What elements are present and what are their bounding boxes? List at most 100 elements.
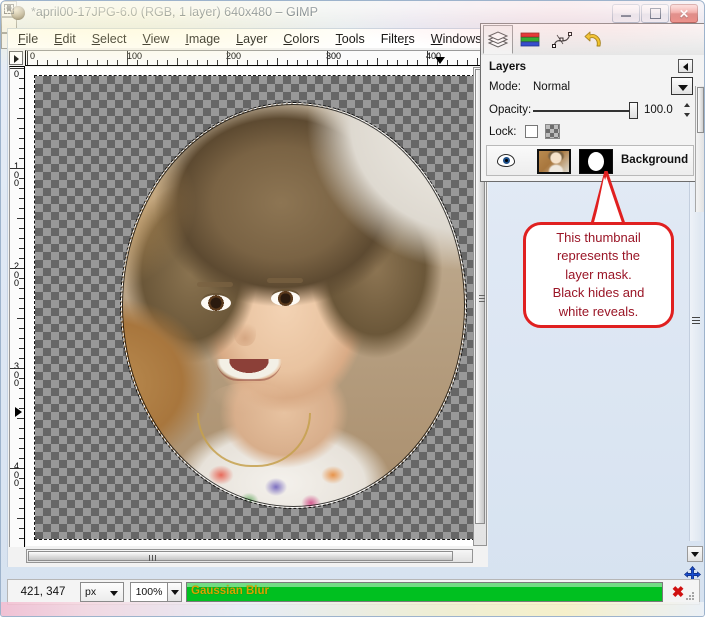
ruler-tick (187, 60, 188, 65)
menu-item-view[interactable]: View (142, 32, 169, 46)
mode-dropdown-button[interactable] (671, 77, 693, 95)
menu-label-file-rest: ile (25, 31, 39, 46)
unit-selector[interactable]: px (80, 582, 124, 602)
ruler-tick (19, 128, 24, 129)
ruler-tick (227, 51, 228, 65)
ruler-tick (427, 51, 428, 65)
menu-item-filters[interactable]: Filters (381, 32, 415, 46)
menu-item-layer[interactable]: Layer (236, 32, 267, 46)
ruler-tick (277, 58, 278, 65)
layer-visibility-eye-icon[interactable] (497, 154, 515, 167)
maximize-button[interactable] (641, 4, 669, 23)
vertical-ruler[interactable]: 0 100 200 300 400 (9, 66, 25, 547)
layers-stack-icon (487, 30, 509, 48)
spinner-down-icon[interactable] (684, 113, 690, 117)
canvas-viewport[interactable] (26, 67, 487, 546)
opacity-value[interactable]: 100.0 (644, 104, 673, 116)
ruler-tick (467, 60, 468, 65)
maximize-icon (642, 5, 668, 22)
ruler-tick (397, 60, 398, 65)
ruler-tick (19, 288, 24, 289)
layers-tab[interactable] (483, 25, 513, 54)
ruler-tick (19, 388, 24, 389)
ruler-tick (317, 60, 318, 65)
close-button[interactable]: ✕ (670, 4, 698, 23)
spin-down-button[interactable] (687, 546, 703, 562)
vruler-label-200: 200 (13, 261, 19, 288)
ruler-tick (19, 208, 24, 209)
ruler-tick (19, 148, 24, 149)
opacity-slider-track[interactable] (533, 110, 633, 112)
ruler-tick (19, 478, 24, 479)
ruler-tick (19, 188, 24, 189)
photo-of-girl (121, 103, 466, 508)
layers-dialog-body: Layers Mode: Normal Opacity: 100.0 Lock: (481, 55, 704, 212)
channels-tab[interactable] (515, 25, 545, 54)
opacity-label: Opacity: (489, 104, 532, 116)
image-menu-button[interactable] (9, 51, 23, 65)
menu-item-edit[interactable]: Edit (54, 32, 76, 46)
canvas-horizontal-scrollbar[interactable] (26, 549, 473, 563)
menu-item-select[interactable]: Select (92, 32, 127, 46)
callout-text: This thumbnail represents the layer mask… (552, 229, 645, 319)
menu-bar: File Edit Select View Image Layer Colors… (7, 28, 488, 48)
undo-arrow-icon (584, 31, 601, 46)
opacity-spinner[interactable] (684, 102, 691, 118)
window-title: *april00-17JPG-6.0 (RGB, 1 layer) 640x48… (31, 5, 318, 19)
ruler-tick (57, 60, 58, 65)
ruler-tick (19, 488, 24, 489)
zoom-dropdown-button[interactable] (168, 582, 182, 602)
opacity-slider-thumb[interactable] (629, 102, 638, 119)
image-canvas[interactable] (34, 75, 480, 540)
mode-label: Mode: (489, 81, 521, 93)
chevron-down-icon (110, 591, 118, 596)
ruler-tick (19, 398, 24, 399)
ruler-tick (337, 60, 338, 65)
paths-tab[interactable] (547, 25, 577, 54)
horizontal-scrollbar-thumb[interactable] (28, 551, 453, 561)
ruler-tick (247, 60, 248, 65)
ruler-tick (87, 60, 88, 65)
zoom-input[interactable]: 100% (130, 582, 168, 602)
ruler-tick (387, 60, 388, 65)
collapse-dock-button[interactable] (678, 59, 693, 73)
mode-value[interactable]: Normal (533, 81, 570, 93)
callout-bubble: This thumbnail represents the layer mask… (523, 222, 674, 328)
layer-thumbnail[interactable] (537, 149, 571, 174)
resize-grip-icon[interactable] (685, 591, 695, 601)
menu-item-tools[interactable]: Tools (336, 32, 365, 46)
undo-history-tab[interactable] (579, 25, 609, 54)
ruler-tick (19, 498, 24, 499)
ruler-tick (19, 308, 24, 309)
menu-item-windows[interactable]: Windows (431, 32, 482, 46)
horizontal-ruler[interactable]: 0 100 200 300 400 (25, 50, 488, 66)
layer-name-label[interactable]: Background (621, 154, 688, 166)
lock-alpha-channel-icon[interactable] (545, 124, 560, 139)
ruler-tick (367, 60, 368, 65)
hruler-label-200: 200 (226, 51, 242, 61)
layers-list-scrollbar[interactable] (695, 86, 704, 212)
cancel-operation-icon[interactable]: ✖ (670, 583, 686, 601)
gimp-main-window: *april00-17JPG-6.0 (RGB, 1 layer) 640x48… (0, 0, 705, 617)
unit-value: px (85, 586, 97, 598)
ruler-tick (19, 428, 24, 429)
menu-item-image[interactable]: Image (185, 32, 220, 46)
ruler-tick (19, 338, 24, 339)
scrollbar-grip-icon (149, 555, 156, 561)
minimize-button[interactable] (612, 4, 640, 23)
lock-pixels-checkbox[interactable] (525, 125, 538, 138)
ruler-tick (297, 60, 298, 65)
ruler-tick (19, 448, 24, 449)
ruler-tick (147, 60, 148, 65)
ruler-tick (19, 458, 24, 459)
layers-scrollbar-thumb[interactable] (697, 87, 704, 133)
close-icon: ✕ (678, 6, 690, 21)
ruler-tick (19, 248, 24, 249)
ruler-tick (19, 88, 24, 89)
menu-item-colors[interactable]: Colors (283, 32, 319, 46)
menu-item-file[interactable]: File (18, 32, 38, 46)
grip-dots-icon (692, 317, 700, 325)
chin (211, 383, 287, 413)
ruler-tick (327, 51, 328, 65)
spinner-up-icon[interactable] (684, 103, 690, 107)
